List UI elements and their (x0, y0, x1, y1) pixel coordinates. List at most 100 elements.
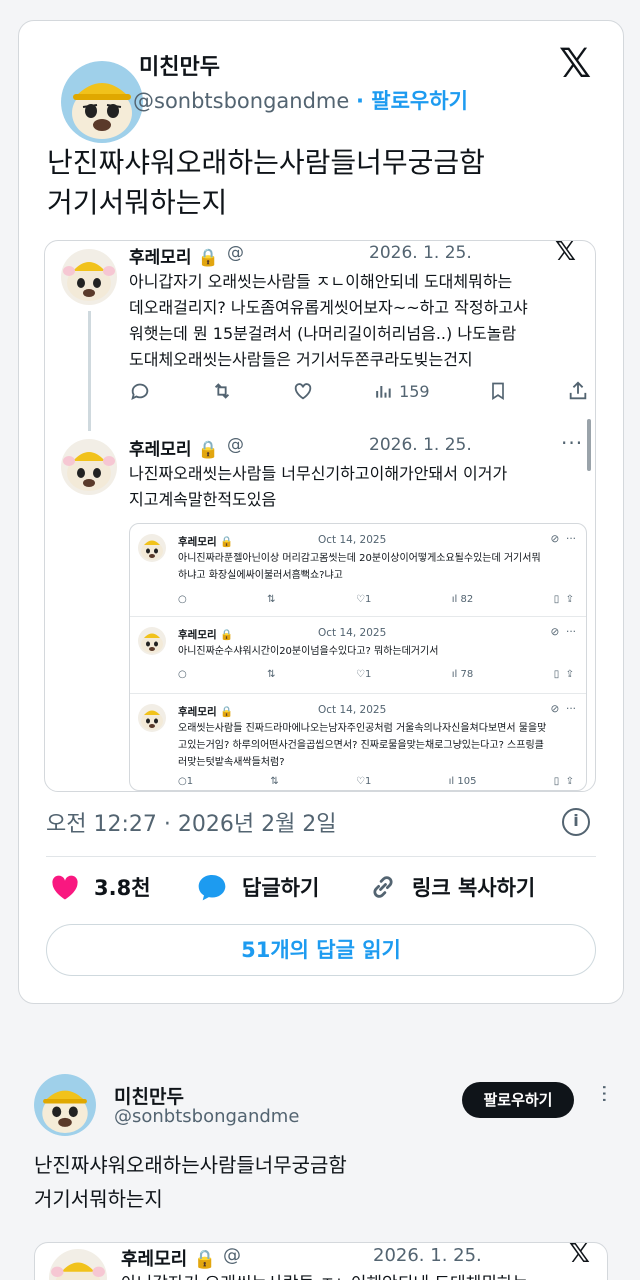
read-replies-button[interactable]: 51개의 답글 읽기 (46, 924, 596, 976)
reply-button[interactable]: 답글하기 (196, 872, 319, 902)
more-icon[interactable]: ··· (566, 626, 576, 638)
inner-text-line: 아니진짜순수샤워시간이20분이넘을수있다고? 뭐하는데거기서 (178, 646, 439, 657)
inner-top-icons: ⊘ ··· (550, 626, 576, 638)
quote-author-name: 후레모리 🔒 (129, 435, 219, 460)
link-icon (373, 876, 393, 898)
views-count: 78 (460, 669, 474, 680)
inner-date: Oct 14, 2025 (318, 627, 387, 639)
bookmark-share-icons[interactable]: ▯ ⇪ (554, 594, 574, 605)
like-button[interactable]: 3.8천 (50, 872, 151, 902)
views-button[interactable]: ıl 78 (452, 669, 473, 680)
inner-text: 아니진짜라푼젤아닌이상 머리감고몸씻는데 20분이상이어떻게소요될수있는데 거기… (178, 550, 582, 584)
quoted-thread[interactable]: 후레모리 🔒 @ 2026. 1. 25. 𝕏 아니갑자기 오래씻는사람들 ㅈㄴ… (44, 240, 596, 792)
quoted-tweet[interactable]: 후레모리 🔒 @ 2026. 1. 25. 𝕏 아니갑자기 오래씻는사람들 ㅈㄴ… (34, 1242, 608, 1280)
more-icon[interactable]: ··· (592, 1084, 616, 1103)
quote-date: 2026. 1. 25. (369, 435, 472, 455)
like-icon: ♡ (356, 776, 365, 787)
retweet-icon[interactable]: ⇅ (267, 594, 275, 605)
reply-button[interactable]: ○1 (178, 776, 193, 787)
views-count: 159 (399, 381, 430, 401)
author-avatar[interactable] (61, 61, 143, 143)
author-handle[interactable]: @sonbtsbongandme (133, 89, 349, 113)
reply-icon[interactable] (129, 380, 151, 402)
inner-author: 후레모리 🔒 (178, 627, 233, 642)
x-logo-icon[interactable]: 𝕏 (555, 241, 576, 267)
info-icon[interactable]: i (562, 808, 590, 836)
quote-date: 2026. 1. 25. (373, 1245, 482, 1266)
copy-link-button[interactable]: 링크 복사하기 (368, 872, 535, 902)
like-count: 1 (365, 776, 372, 787)
like-button[interactable]: ♡1 (356, 594, 371, 605)
views-count: 82 (460, 594, 474, 605)
inner-text: 오래씻는사람들 진짜드라마에나오는남자주인공처럼 거울속의나자신을쳐다보면서 물… (178, 720, 582, 771)
reply-icon[interactable]: ○ (178, 594, 187, 605)
retweet-icon[interactable]: ⇅ (270, 776, 278, 787)
inner-text-line: 오래씻는사람들 진짜드라마에나오는남자주인공처럼 거울속의나자신을쳐다보면서 물… (178, 723, 547, 734)
author-avatar[interactable] (34, 1074, 96, 1136)
quote-text-line: 나진짜오래씻는사람들 너무신기하고이해가안돼서 이거가 (129, 464, 508, 483)
thread-connector (88, 311, 91, 431)
reply-label: 답글하기 (242, 876, 320, 900)
grok-icon[interactable]: ⊘ (550, 703, 559, 715)
reply-icon[interactable]: ○ (178, 669, 187, 680)
inner-top-icons: ⊘ ··· (550, 703, 576, 715)
quote-avatar[interactable] (61, 249, 117, 305)
grok-icon[interactable]: ⊘ (550, 533, 559, 545)
lock-icon: 🔒 (220, 706, 234, 718)
grok-icon[interactable]: ⊘ (550, 626, 559, 638)
follow-button[interactable]: 팔로우하기 (462, 1082, 574, 1118)
views-button[interactable]: 159 (373, 381, 430, 401)
like-button[interactable]: ♡1 (356, 669, 371, 680)
quote-avatar[interactable] (61, 439, 117, 495)
speech-bubble-icon (198, 875, 226, 901)
inner-text-line: 고있는거임? 하루의어떤사건을곱씹으면서? 진짜로물을맞는채로그냥있는다고? 스… (178, 740, 544, 751)
quote-author-name-text: 후레모리 (129, 440, 192, 460)
like-button[interactable]: ♡1 (356, 776, 371, 787)
views-button[interactable]: ıl 82 (452, 594, 473, 605)
quote-text-line: 데오래걸리지? 나도좀여유롭게씻어보자~~하고 작정하고샤 (129, 298, 528, 317)
tweet-text: 난진짜샤워오래하는사람들너무궁금함 거기서뭐하는지 (34, 1148, 347, 1216)
views-icon (376, 386, 391, 398)
like-count: 1 (364, 669, 372, 680)
inner-post[interactable]: 후레모리 🔒 Oct 14, 2025 ⊘ ··· 아니진짜라푼젤아닌이상 머리… (130, 524, 586, 616)
inner-post[interactable]: 후레모리 🔒 Oct 14, 2025 ⊘ ··· 오래씻는사람들 진짜드라마에… (130, 694, 586, 790)
like-icon: ♡ (356, 669, 365, 680)
author-name[interactable]: 미친만두 (139, 49, 220, 81)
quote-author-name-text: 후레모리 (121, 1249, 188, 1270)
copy-link-label: 링크 복사하기 (412, 876, 536, 900)
tweet-timestamp[interactable]: 오전 12:27 · 2026년 2월 2일 (46, 806, 337, 838)
tweet-text-line: 거기서뭐하는지 (34, 1187, 163, 1211)
like-icon[interactable] (292, 380, 314, 402)
more-icon[interactable]: ··· (566, 703, 576, 715)
reply-count: 1 (186, 776, 194, 787)
inner-text-line: 러맞는텃밭속새싹들처럼? (178, 757, 285, 768)
lock-icon: 🔒 (197, 248, 219, 268)
share-icon[interactable] (567, 380, 589, 402)
inner-post[interactable]: 후레모리 🔒 Oct 14, 2025 ⊘ ··· 아니진짜순수샤워시간이20분… (130, 617, 586, 693)
more-icon[interactable]: ··· (561, 431, 583, 455)
inner-author-text: 후레모리 (178, 536, 217, 548)
views-button[interactable]: ıl 105 (449, 776, 477, 787)
bookmark-share-icons[interactable]: ▯ ⇪ (554, 776, 574, 787)
lock-icon: 🔒 (193, 1249, 216, 1270)
quote-date: 2026. 1. 25. (369, 243, 472, 263)
tweet-text-line: 거기서뭐하는지 (47, 186, 228, 219)
inner-top-icons: ⊘ ··· (550, 533, 576, 545)
more-icon[interactable]: ··· (566, 533, 576, 545)
inner-author: 후레모리 🔒 (178, 704, 233, 719)
author-handle[interactable]: @sonbtsbongandme (114, 1106, 299, 1127)
x-logo-icon[interactable]: 𝕏 (569, 1243, 590, 1269)
x-logo-icon[interactable]: 𝕏 (559, 41, 591, 87)
retweet-icon[interactable] (210, 380, 234, 402)
inner-actions: ○ ⇅ ♡1 ıl 78 ▯ ⇪ (178, 669, 574, 680)
author-name[interactable]: 미친만두 (114, 1082, 184, 1109)
bookmark-icon[interactable] (488, 380, 508, 402)
follow-link[interactable]: · 팔로우하기 (356, 89, 468, 113)
inner-actions: ○1 ⇅ ♡1 ıl 105 ▯ ⇪ (178, 776, 574, 787)
retweet-icon[interactable]: ⇅ (267, 669, 275, 680)
inner-text: 아니진짜순수샤워시간이20분이넘을수있다고? 뭐하는데거기서 (178, 643, 582, 660)
bookmark-share-icons[interactable]: ▯ ⇪ (554, 669, 574, 680)
lock-icon: 🔒 (220, 629, 234, 641)
inner-quoted-posts[interactable]: 후레모리 🔒 Oct 14, 2025 ⊘ ··· 아니진짜라푼젤아닌이상 머리… (129, 523, 587, 791)
divider (46, 856, 596, 857)
